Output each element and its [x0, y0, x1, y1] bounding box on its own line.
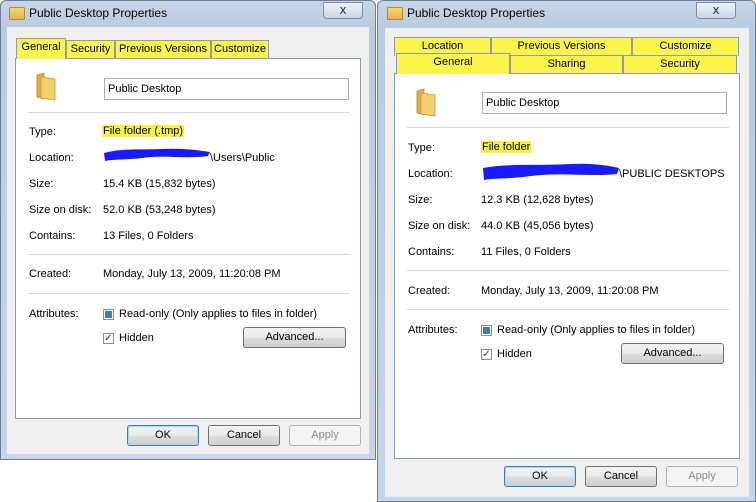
apply-button[interactable]: Apply [289, 425, 361, 446]
tab-general[interactable]: General [396, 53, 510, 74]
size-label: Size: [408, 194, 433, 206]
tab-security[interactable]: Security [623, 55, 737, 74]
window-title: Public Desktop Properties [29, 6, 168, 20]
read-only-checkbox[interactable] [481, 325, 492, 336]
created-label: Created: [408, 285, 451, 297]
tab-previous-versions[interactable]: Previous Versions [115, 40, 211, 59]
contains-label: Contains: [29, 230, 76, 242]
read-only-label: Read-only (Only applies to files in fold… [497, 324, 696, 336]
ok-button[interactable]: OK [504, 466, 576, 487]
right-title-bar[interactable]: Public Desktop Properties x [378, 1, 755, 27]
left-properties-window: Public Desktop Properties x General Secu… [0, 0, 376, 460]
created-value: Monday, July 13, 2009, 11:20:08 PM [481, 285, 659, 297]
folder-icon [416, 88, 436, 117]
ok-button[interactable]: OK [127, 425, 199, 446]
general-tab-panel: Public Desktop Type: File folder Locatio… [394, 73, 740, 459]
folder-icon [36, 72, 56, 101]
cancel-button[interactable]: Cancel [208, 425, 280, 446]
close-button[interactable]: x [323, 2, 363, 19]
contains-value: 13 Files, 0 Folders [103, 230, 194, 242]
redaction-scribble [483, 163, 619, 180]
contains-value: 11 Files, 0 Folders [481, 246, 571, 258]
advanced-button[interactable]: Advanced... [243, 327, 346, 348]
window-title: Public Desktop Properties [407, 6, 546, 20]
general-tab-panel: Public Desktop Type: File folder (.tmp) … [15, 58, 361, 419]
size-on-disk-label: Size on disk: [29, 204, 92, 216]
created-value: Monday, July 13, 2009, 11:20:08 PM [103, 268, 281, 280]
attributes-label: Attributes: [408, 324, 458, 336]
tab-customize[interactable]: Customize [632, 37, 739, 56]
separator [407, 127, 729, 128]
contains-label: Contains: [408, 246, 455, 258]
separator [407, 270, 729, 271]
close-button[interactable]: x [696, 2, 736, 19]
location-label: Location: [408, 168, 453, 180]
type-label: Type: [408, 142, 435, 154]
left-title-bar[interactable]: Public Desktop Properties x [1, 1, 375, 27]
separator [28, 254, 350, 255]
size-on-disk-value: 52.0 KB (53,248 bytes) [103, 204, 216, 216]
hidden-checkbox[interactable]: ✓ [481, 349, 492, 360]
separator [407, 309, 729, 310]
left-client-area: General Security Previous Versions Custo… [7, 27, 369, 454]
created-label: Created: [29, 268, 72, 280]
right-client-area: Location Previous Versions Customize Gen… [385, 28, 749, 497]
separator [28, 112, 350, 113]
separator [28, 293, 350, 294]
size-value: 12.3 KB (12,628 bytes) [481, 194, 594, 206]
type-value: File folder (.tmp) [102, 125, 185, 137]
size-on-disk-label: Size on disk: [408, 220, 471, 232]
tab-sharing[interactable]: Sharing [510, 55, 623, 74]
tab-previous-versions[interactable]: Previous Versions [491, 37, 632, 56]
hidden-label: Hidden [497, 348, 532, 360]
type-value: File folder [481, 141, 532, 153]
redaction-scribble [104, 148, 210, 161]
size-value: 15.4 KB (15,832 bytes) [103, 178, 216, 190]
location-label: Location: [29, 152, 74, 164]
location-value: \Users\Public [210, 152, 275, 164]
location-value: \PUBLIC DESKTOPS [619, 168, 725, 180]
folder-icon [9, 7, 25, 20]
cancel-button[interactable]: Cancel [585, 466, 657, 487]
tab-customize[interactable]: Customize [211, 40, 269, 59]
advanced-button[interactable]: Advanced... [621, 343, 724, 364]
folder-name-field[interactable]: Public Desktop [104, 78, 349, 100]
tab-general[interactable]: General [16, 38, 66, 59]
hidden-checkbox[interactable]: ✓ [103, 333, 114, 344]
size-label: Size: [29, 178, 54, 190]
folder-name-field[interactable]: Public Desktop [482, 92, 727, 114]
attributes-label: Attributes: [29, 308, 79, 320]
tab-security[interactable]: Security [66, 40, 115, 59]
folder-icon [387, 7, 403, 20]
apply-button[interactable]: Apply [666, 466, 738, 487]
read-only-label: Read-only (Only applies to files in fold… [119, 308, 318, 320]
read-only-checkbox[interactable] [103, 309, 114, 320]
hidden-label: Hidden [119, 332, 154, 344]
size-on-disk-value: 44.0 KB (45,056 bytes) [481, 220, 594, 232]
right-properties-window: Public Desktop Properties x Location Pre… [377, 0, 756, 502]
type-label: Type: [29, 126, 56, 138]
